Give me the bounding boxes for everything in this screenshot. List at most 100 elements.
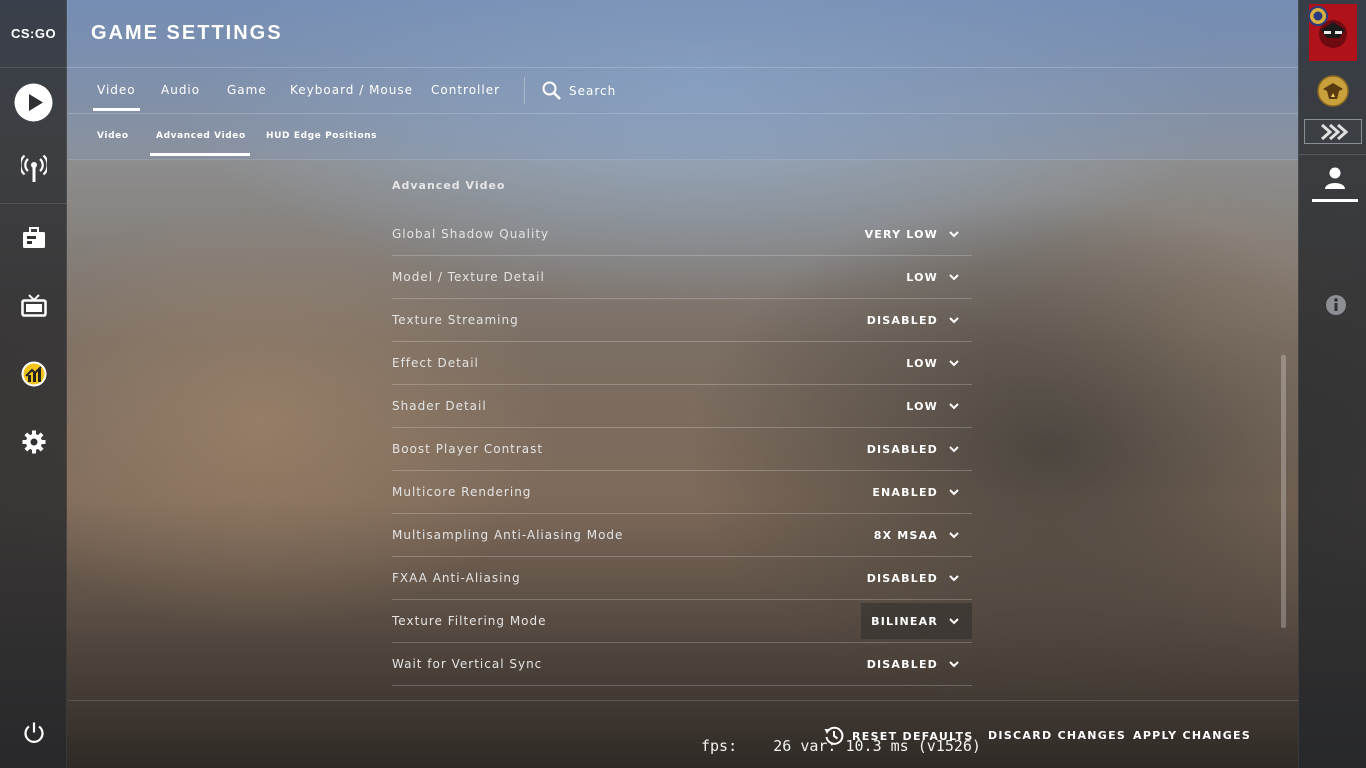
setting-row-boost-player-contrast: Boost Player Contrast DISABLED	[392, 428, 972, 471]
social-sidebar	[1298, 0, 1366, 768]
setting-row-model-texture-detail: Model / Texture Detail LOW	[392, 256, 972, 299]
chevron-down-icon	[949, 575, 959, 582]
watch-broadcast-button[interactable]	[0, 152, 67, 184]
tv-icon	[20, 294, 47, 317]
dropdown-value: LOW	[906, 270, 938, 284]
settings-list: Global Shadow Quality VERY LOW Model / T…	[392, 213, 972, 686]
chevron-down-icon	[949, 489, 959, 496]
broadcast-icon	[20, 154, 47, 182]
search-icon	[542, 81, 561, 100]
footer-divider	[68, 700, 1298, 701]
tab-video[interactable]: Video	[93, 83, 140, 111]
dropdown-value: VERY LOW	[864, 227, 938, 241]
settings-header: GAME SETTINGS Video Audio Game Keyboard …	[68, 0, 1298, 160]
setting-row-effect-detail: Effect Detail LOW	[392, 342, 972, 385]
apply-changes-button[interactable]: APPLY CHANGES	[1133, 729, 1251, 742]
dropdown-value: 8X MSAA	[873, 528, 938, 542]
gear-icon	[22, 430, 45, 454]
power-icon	[23, 722, 44, 743]
info-button[interactable]	[1325, 294, 1347, 320]
chevron-down-icon	[949, 532, 959, 539]
setting-row-vertical-sync: Wait for Vertical Sync DISABLED	[392, 643, 972, 686]
chevron-down-icon	[949, 360, 959, 367]
dropdown-value: DISABLED	[866, 657, 938, 671]
tab-game[interactable]: Game	[227, 83, 267, 97]
setting-label: Multicore Rendering	[392, 485, 532, 499]
setting-dropdown[interactable]: 8X MSAA	[864, 517, 972, 553]
rank-chevron-icon	[1321, 123, 1348, 140]
setting-dropdown[interactable]: DISABLED	[857, 560, 972, 596]
friends-icon	[1325, 167, 1345, 189]
rank-badge[interactable]	[1317, 75, 1349, 111]
setting-label: Texture Filtering Mode	[392, 614, 547, 628]
section-title: Advanced Video	[392, 179, 506, 192]
chevron-down-icon	[949, 618, 959, 625]
setting-row-msaa-mode: Multisampling Anti-Aliasing Mode 8X MSAA	[392, 514, 972, 557]
dropdown-value: DISABLED	[866, 442, 938, 456]
setting-dropdown[interactable]: LOW	[896, 259, 972, 295]
setting-dropdown[interactable]: LOW	[896, 345, 972, 381]
setting-label: Wait for Vertical Sync	[392, 657, 543, 671]
setting-dropdown[interactable]: BILINEAR	[861, 603, 972, 639]
csgo-logo[interactable]: CS:GO	[0, 0, 67, 68]
setting-dropdown[interactable]: LOW	[896, 388, 972, 424]
setting-label: Boost Player Contrast	[392, 442, 544, 456]
power-button[interactable]	[0, 722, 67, 744]
chevron-down-icon	[949, 446, 959, 453]
setting-row-texture-streaming: Texture Streaming DISABLED	[392, 299, 972, 342]
dropdown-value: ENABLED	[872, 485, 938, 499]
dropdown-value: LOW	[906, 356, 938, 370]
setting-label: Model / Texture Detail	[392, 270, 545, 284]
stats-button[interactable]	[0, 361, 67, 387]
setting-row-global-shadow-quality: Global Shadow Quality VERY LOW	[392, 213, 972, 256]
setting-label: Global Shadow Quality	[392, 227, 550, 241]
setting-row-texture-filtering-mode: Texture Filtering Mode BILINEAR	[392, 600, 972, 643]
setting-label: Effect Detail	[392, 356, 479, 370]
settings-scrollbar[interactable]	[1281, 355, 1286, 628]
tab-audio[interactable]: Audio	[161, 83, 200, 97]
setting-dropdown[interactable]: VERY LOW	[855, 216, 972, 252]
discard-changes-button[interactable]: DISCARD CHANGES	[988, 729, 1126, 742]
subtab-video[interactable]: Video	[97, 131, 129, 141]
setting-label: Shader Detail	[392, 399, 487, 413]
chevron-down-icon	[949, 403, 959, 410]
chevron-down-icon	[949, 231, 959, 238]
search-button[interactable]: Search	[542, 81, 616, 100]
setting-label: Texture Streaming	[392, 313, 519, 327]
setting-row-shader-detail: Shader Detail LOW	[392, 385, 972, 428]
info-icon	[1326, 295, 1346, 315]
dropdown-value: DISABLED	[866, 313, 938, 327]
setting-dropdown[interactable]: DISABLED	[857, 302, 972, 338]
main-nav-sidebar: CS:GO	[0, 0, 67, 768]
play-icon	[14, 83, 53, 122]
search-label: Search	[569, 83, 617, 98]
setting-label: FXAA Anti-Aliasing	[392, 571, 521, 585]
avatar-icon	[1308, 4, 1357, 61]
setting-dropdown[interactable]: DISABLED	[857, 431, 972, 467]
watch-tv-button[interactable]	[0, 293, 67, 319]
subtab-advanced-video[interactable]: Advanced Video	[150, 131, 250, 156]
settings-button[interactable]	[0, 430, 67, 454]
friends-button[interactable]	[1312, 166, 1358, 202]
fps-overlay: fps: 26 var: 10.3 ms (v1526)	[701, 737, 981, 755]
skill-group-rank[interactable]	[1304, 119, 1362, 144]
dropdown-value: LOW	[906, 399, 938, 413]
tab-keyboard-mouse[interactable]: Keyboard / Mouse	[290, 83, 413, 97]
play-button[interactable]	[0, 83, 67, 122]
sidebar-divider	[1299, 154, 1366, 155]
header-bottom-border	[68, 159, 1298, 160]
inventory-icon	[22, 227, 45, 248]
setting-row-multicore-rendering: Multicore Rendering ENABLED	[392, 471, 972, 514]
inventory-button[interactable]	[0, 226, 67, 250]
chevron-down-icon	[949, 317, 959, 324]
dropdown-value: DISABLED	[866, 571, 938, 585]
chevron-down-icon	[949, 661, 959, 668]
subtab-hud-edge-positions[interactable]: HUD Edge Positions	[266, 131, 377, 141]
tab-controller[interactable]: Controller	[431, 83, 500, 97]
stats-icon	[21, 361, 46, 387]
dropdown-value: BILINEAR	[871, 614, 938, 628]
setting-dropdown[interactable]: DISABLED	[857, 646, 972, 682]
setting-dropdown[interactable]: ENABLED	[862, 474, 972, 510]
page-title: GAME SETTINGS	[91, 22, 283, 44]
player-avatar[interactable]	[1308, 4, 1357, 61]
